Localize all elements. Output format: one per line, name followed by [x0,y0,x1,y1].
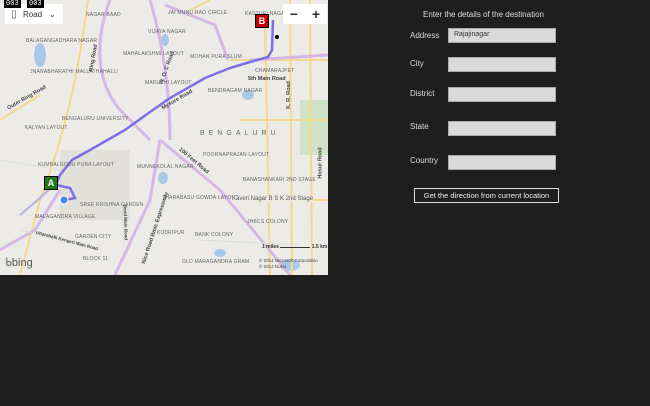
map-label: Kudripur [157,230,185,236]
map-label: Banashankari 2nd Stage [243,177,316,183]
road-label: 5th Main Road [248,76,286,82]
map-label: Kumbalgodu Pura Layout [38,162,114,168]
map-label: Old Maragandra Gram [182,259,250,265]
copyright: © 2014 Microsoft Corporation © 2014 Nokia [259,258,318,269]
map-label: Munnekolal Nagar [137,164,194,170]
bing-logo: ᑲ bing [5,256,33,270]
city-input[interactable] [448,57,556,72]
map-label: Bengaluru [200,130,280,137]
map-label: Bengaluru University [62,116,129,122]
map-style-value: Road [23,9,43,19]
map-label: Kaveri Nagar B S K 2nd Stage [232,196,314,202]
zoom-out-button[interactable]: − [283,4,305,24]
map-label: Mohan Pura Slum [190,54,242,60]
city-label: City [410,59,424,68]
debug-counter-left: 003 [4,0,21,8]
address-input[interactable]: Rajajinagar [448,28,556,43]
map-label: Maruthi Layout [145,80,192,86]
map-label: Bank Colony [195,232,234,238]
state-label: State [410,122,429,131]
country-label: Country [410,156,439,165]
map-label: JHBCS Colony [247,219,289,225]
map-label: Malagandra Village [35,214,96,220]
traffic-icon: ▯ [11,8,17,20]
scale-miles: 1 miles [262,244,279,250]
map-view[interactable]: Nagar Baad Jai Munu Rao Circle Kasturi N… [0,0,328,275]
start-marker[interactable]: A [44,176,58,190]
form-title: Enter the details of the destination [423,10,544,19]
map-label: Nagar Baad [86,12,121,18]
current-location-dot [59,195,69,205]
district-label: District [410,89,435,98]
end-marker[interactable]: B [255,14,269,28]
debug-counter-right: 003 [27,0,44,8]
map-label: Balagangadhara Nagar [26,38,98,44]
bing-icon: ᑲ [5,257,12,269]
map-label: Bendragam Nagar [208,88,263,94]
map-label: Chamarajpet [255,68,295,74]
chevron-down-icon: ⌄ [49,9,56,19]
country-input[interactable] [448,155,556,170]
map-label: Tharabasu Gowda Layout [162,195,239,201]
get-directions-button[interactable]: Get the direction from current location [414,188,559,203]
road-label: K. R. Road [285,81,292,109]
map-label: Block 11 [83,256,109,262]
map-label: Jnanabharathi Mallathahalli [30,69,119,75]
map-label: Poornaprajan Layout [203,152,270,158]
map-label: Vijaya Nagar [148,29,186,35]
map-label: Jai Munu Rao Circle [168,10,228,16]
scale-km: 1.5 km [311,244,328,250]
map-label: Sree Krishna Garden [80,202,144,208]
map-label: Garden City [75,234,112,240]
road-label: Hosur Road [317,147,324,179]
state-input[interactable] [448,121,556,136]
district-input[interactable] [448,87,556,102]
map-label: Kalyan Layout [25,125,68,131]
zoom-in-button[interactable]: + [305,4,327,24]
scale-bar: 1 miles 1.5 km [262,244,327,250]
address-label: Address [410,31,440,40]
